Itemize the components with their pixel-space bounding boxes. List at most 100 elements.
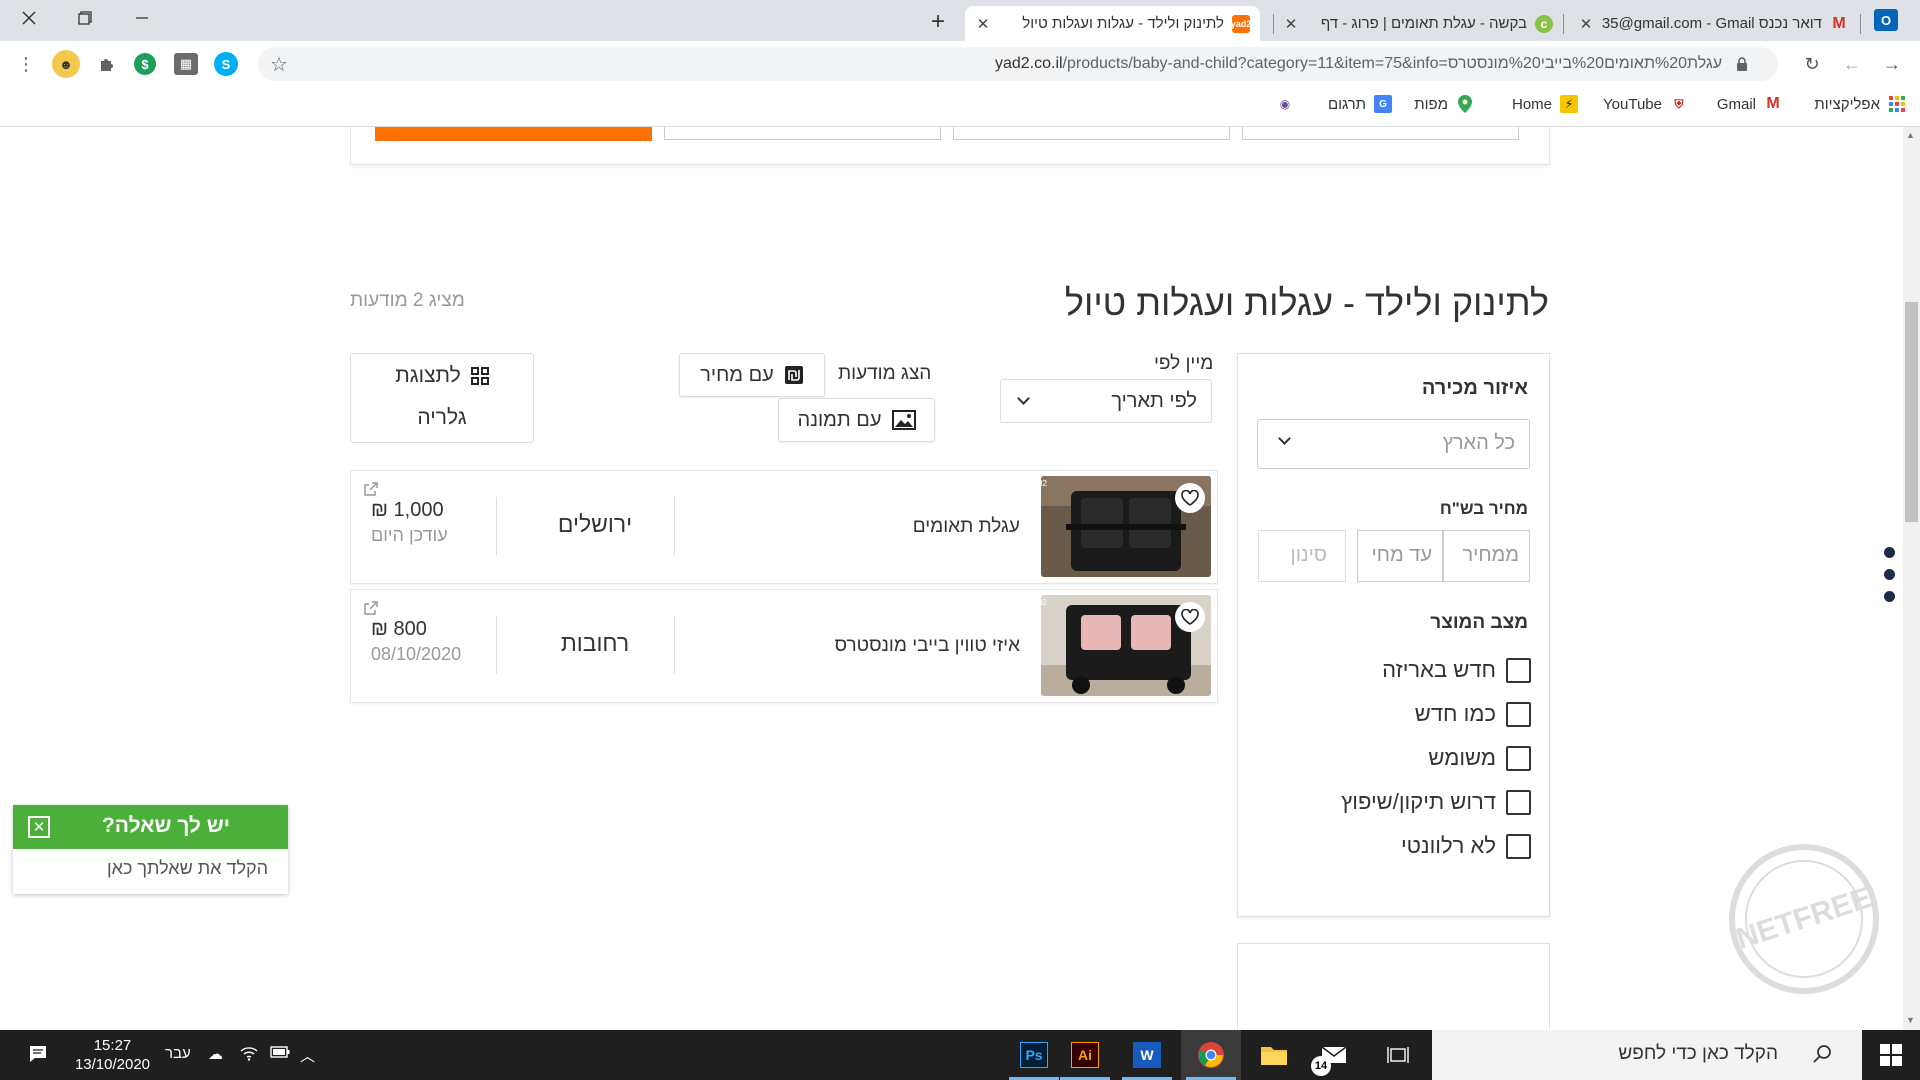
menu-icon[interactable]: ⋮	[12, 50, 40, 78]
condition-not-relevant[interactable]: לא רלוונטי	[1401, 833, 1531, 859]
listing-title: עגלת תאומים	[912, 516, 1020, 537]
price-to-input[interactable]: עד מחי	[1357, 530, 1443, 582]
chrome-app[interactable]	[1181, 1030, 1241, 1080]
display-label: הצג מודעות	[838, 363, 932, 384]
checkbox[interactable]	[1506, 833, 1531, 859]
gallery-view-button[interactable]: לתצוגת גלריה	[350, 353, 534, 443]
bookmark-label: אפליקציות	[1814, 95, 1880, 113]
mail-app[interactable]: 14	[1303, 1030, 1363, 1080]
url-host: yad2.co.il	[994, 55, 1063, 72]
favorite-button[interactable]	[1175, 483, 1205, 513]
close-tab-icon[interactable]: ✕	[971, 12, 995, 36]
with-image-toggle[interactable]: עם תמונה	[778, 398, 935, 442]
external-link-icon[interactable]	[363, 600, 379, 616]
search-button[interactable]	[375, 127, 652, 141]
extensions-icon[interactable]	[93, 50, 121, 78]
file-explorer-app[interactable]	[1244, 1030, 1304, 1080]
bookmark-apps[interactable]: אפליקציות	[1814, 95, 1906, 113]
back-icon[interactable]: →	[1878, 50, 1906, 78]
minion-extension-icon[interactable]: ☻	[52, 50, 80, 78]
condition-new-in-box[interactable]: חדש באריזה	[1382, 657, 1531, 683]
illustrator-app[interactable]: Ai	[1055, 1030, 1115, 1080]
area-label: איזור מכירה	[1421, 377, 1528, 399]
price-filter-button[interactable]: סינון	[1258, 530, 1346, 582]
yad2-icon: yad2	[1231, 14, 1251, 33]
start-button[interactable]	[1862, 1030, 1920, 1080]
svg-text:yad2: yad2	[1041, 479, 1048, 488]
reload-icon[interactable]: ↻	[1798, 50, 1826, 78]
outlook-icon[interactable]: O	[1874, 9, 1898, 31]
star-icon[interactable]: ☆	[270, 52, 288, 77]
new-tab-button[interactable]: +	[924, 8, 952, 36]
scrollbar-thumb[interactable]	[1905, 302, 1918, 522]
tab-title: בקשה - עגלת תאומים | פרוג - דף	[1320, 15, 1527, 32]
bookmark-home[interactable]: ⚡ Home	[1512, 95, 1578, 113]
checkbox[interactable]	[1506, 701, 1531, 727]
search-field[interactable]	[664, 127, 941, 140]
with-price-toggle[interactable]: עם מחיר	[679, 353, 825, 397]
listing-row[interactable]: yad2 איזי טווין בייבי מונסטרס רחובות 800…	[350, 589, 1218, 703]
area-select[interactable]: כל הארץ	[1257, 419, 1530, 469]
checkbox[interactable]	[1506, 657, 1531, 683]
puzzle-icon	[101, 59, 113, 71]
side-menu-dots[interactable]	[1884, 547, 1896, 613]
listing-image[interactable]: yad2	[1041, 595, 1211, 696]
chat-input[interactable]: הקלד את שאלתך כאן	[107, 858, 268, 879]
close-tab-icon[interactable]: ✕	[1279, 12, 1303, 36]
notifications-icon[interactable]	[28, 1044, 48, 1069]
tab-prog[interactable]: c בקשה - עגלת תאומים | פרוג - דף ✕	[1273, 6, 1563, 41]
close-tab-icon[interactable]: ✕	[1574, 12, 1598, 36]
favorite-button[interactable]	[1175, 602, 1205, 632]
search-field[interactable]	[953, 127, 1230, 140]
condition-needs-repair[interactable]: דרוש תיקון/שיפוץ	[1341, 789, 1531, 815]
word-app[interactable]: W	[1117, 1030, 1177, 1080]
tab-gmail[interactable]: M דואר נכנס Gmail - ‏‎35@gmail.com ✕	[1568, 6, 1858, 41]
listing-date: 08/10/2020	[371, 644, 462, 664]
address-bar[interactable]: ☆ yad2.co.il/products/baby-and-child?cat…	[258, 47, 1778, 81]
wifi-icon[interactable]	[240, 1045, 258, 1065]
tab-yad2[interactable]: yad2 לתינוק ולילד - עגלות ועגלות טיול ✕	[965, 6, 1260, 41]
forward-icon[interactable]: ←	[1838, 50, 1866, 78]
folder-icon	[1261, 1047, 1287, 1065]
condition-like-new[interactable]: כמו חדש	[1415, 701, 1531, 727]
lock-icon[interactable]	[1736, 57, 1748, 71]
search-field[interactable]	[1242, 127, 1519, 140]
checkbox[interactable]	[1506, 789, 1531, 815]
external-link-icon[interactable]	[363, 481, 379, 497]
task-view-button[interactable]	[1368, 1030, 1428, 1080]
listing-row[interactable]: yad2 עגלת תאומים ירושלים 1,000 ₪ עודכן ה…	[350, 470, 1218, 584]
gallery-label: לתצוגת	[395, 364, 461, 387]
restore-window-button[interactable]	[62, 0, 108, 36]
page-scrollbar[interactable]: ▲ ▼	[1903, 127, 1920, 1030]
input-language[interactable]: עבר	[165, 1045, 191, 1062]
minimize-window-button[interactable]	[119, 0, 165, 36]
chat-close-icon[interactable]: ✕	[28, 816, 50, 838]
listing-image[interactable]: yad2	[1041, 476, 1211, 577]
chat-widget[interactable]: יש לך שאלה? ✕ הקלד את שאלתך כאן	[13, 805, 288, 894]
sort-select[interactable]: לפי תאריך	[1000, 379, 1212, 423]
bookmark-translate[interactable]: G תרגום	[1328, 95, 1392, 113]
bolt-icon: ⚡	[1560, 95, 1578, 113]
battery-icon[interactable]	[270, 1045, 290, 1062]
cloud-icon[interactable]: ☁	[208, 1045, 223, 1063]
bookmark-youtube[interactable]: ⛨ YouTube	[1603, 95, 1688, 113]
bookmark-maps[interactable]: מפות	[1414, 95, 1474, 113]
scroll-down-arrow[interactable]: ▼	[1906, 1015, 1915, 1025]
bookmark-globe[interactable]: ◉	[1268, 95, 1294, 113]
chevron-up-icon[interactable]: ︿	[300, 1045, 315, 1066]
bookmark-label: YouTube	[1603, 95, 1662, 113]
film-extension-icon[interactable]: ▦	[174, 53, 198, 75]
close-window-button[interactable]	[6, 0, 52, 36]
filter-panel: איזור מכירה כל הארץ מחיר בש"ח ממחיר עד מ…	[1237, 353, 1550, 917]
gmail-icon: M	[1832, 14, 1846, 32]
dollar-extension-icon[interactable]: $	[134, 53, 156, 75]
taskbar-search[interactable]: הקלד כאן כדי לחפש	[1432, 1030, 1862, 1080]
scroll-up-arrow[interactable]: ▲	[1906, 130, 1915, 140]
condition-used[interactable]: משומש	[1428, 745, 1531, 771]
clock[interactable]: 15:27 13/10/2020	[70, 1036, 155, 1074]
skype-icon[interactable]: S	[214, 52, 238, 76]
bookmark-gmail[interactable]: M Gmail	[1717, 95, 1782, 113]
checkbox[interactable]	[1506, 745, 1531, 771]
price-from-input[interactable]: ממחיר	[1443, 530, 1530, 582]
svg-text:yad2: yad2	[1041, 598, 1048, 607]
